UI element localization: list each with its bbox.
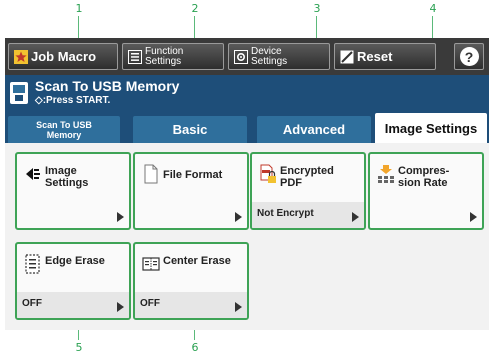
- callout-3: 3: [313, 2, 321, 15]
- tile-arrow-icon: [235, 212, 242, 222]
- status-subtitle: ◇:Press START.: [35, 95, 111, 106]
- tab-scan-to-usb-memory-line2: Memory: [46, 129, 82, 140]
- image-settings-icon: [26, 168, 40, 180]
- status-title: Scan To USB Memory: [35, 78, 180, 94]
- top-toolbar: Job Macro Function Settings Device Setti…: [5, 38, 489, 75]
- function-settings-label: Function Settings: [145, 46, 183, 67]
- edge-erase-icon: [25, 254, 40, 274]
- encrypted-pdf-name: Encrypted PDF: [280, 165, 334, 189]
- compression-rate-line2: sion Rate: [398, 177, 448, 189]
- callout-2: 2: [191, 2, 199, 15]
- list-icon: [128, 49, 142, 64]
- image-settings-line1: Image: [45, 165, 77, 177]
- reset-label: Reset: [357, 49, 393, 64]
- touch-panel: Job Macro Function Settings Device Setti…: [5, 38, 489, 330]
- compression-icon: [378, 165, 394, 183]
- device-settings-line2: Settings: [251, 55, 288, 67]
- tab-scan-to-usb-memory[interactable]: Scan To USB Memory: [8, 116, 120, 143]
- callout-4: 4: [429, 2, 437, 15]
- compression-rate-line1: Compres-: [398, 165, 450, 177]
- reset-icon: [340, 50, 354, 63]
- edge-erase-name: Edge Erase: [45, 255, 105, 267]
- tab-basic[interactable]: Basic: [133, 116, 247, 143]
- edge-erase-tile[interactable]: Edge Erase OFF: [15, 242, 131, 320]
- job-macro-button[interactable]: Job Macro: [8, 43, 118, 70]
- scan-to-usb-icon: [10, 82, 28, 104]
- help-icon: ?: [459, 47, 479, 66]
- encrypted-pdf-value: Not Encrypt: [252, 202, 364, 228]
- image-settings-name: Image Settings: [45, 165, 88, 189]
- tab-advanced[interactable]: Advanced: [257, 116, 371, 143]
- document-icon: [144, 164, 158, 184]
- job-macro-label: Job Macro: [31, 49, 97, 64]
- function-settings-line2: Settings: [145, 55, 182, 67]
- tab-bar: Scan To USB Memory Basic Advanced Image …: [5, 113, 489, 143]
- callout-5: 5: [75, 341, 83, 354]
- tile-arrow-icon: [117, 302, 124, 312]
- device-settings-label: Device Settings: [251, 46, 288, 67]
- center-erase-tile[interactable]: Center Erase OFF: [133, 242, 249, 320]
- image-settings-line2: Settings: [45, 177, 89, 189]
- callout-1: 1: [75, 2, 83, 15]
- center-erase-name: Center Erase: [163, 255, 231, 267]
- tile-arrow-icon: [117, 212, 124, 222]
- encrypted-pdf-tile[interactable]: Encrypted PDF Not Encrypt: [250, 152, 366, 230]
- compression-rate-name: Compres- sion Rate: [398, 165, 449, 189]
- center-erase-value: OFF: [135, 292, 247, 318]
- encrypted-pdf-line2: PDF: [280, 177, 302, 189]
- gear-icon: [234, 49, 248, 64]
- tile-arrow-icon: [470, 212, 477, 222]
- encrypted-pdf-icon: [260, 164, 276, 183]
- file-format-name: File Format: [163, 169, 223, 181]
- status-area: Scan To USB Memory ◇:Press START.: [5, 75, 489, 113]
- file-format-tile[interactable]: File Format: [133, 152, 249, 230]
- tab-scan-to-usb-memory-label: Scan To USB Memory: [36, 120, 92, 140]
- tile-arrow-icon: [235, 302, 242, 312]
- compression-rate-tile[interactable]: Compres- sion Rate: [368, 152, 484, 230]
- function-settings-button[interactable]: Function Settings: [122, 43, 224, 70]
- reset-button[interactable]: Reset: [334, 43, 436, 70]
- encrypted-pdf-line1: Encrypted: [280, 165, 334, 177]
- image-settings-tile[interactable]: Image Settings: [15, 152, 131, 230]
- help-button[interactable]: ?: [454, 43, 484, 70]
- tab-scan-to-usb-memory-line1: Scan To USB: [36, 119, 92, 130]
- edge-erase-value: OFF: [17, 292, 129, 318]
- center-erase-icon: [142, 257, 160, 271]
- tab-image-settings[interactable]: Image Settings: [375, 113, 487, 143]
- callout-6: 6: [191, 341, 199, 354]
- device-settings-button[interactable]: Device Settings: [228, 43, 330, 70]
- star-icon: [14, 49, 28, 64]
- tile-arrow-icon: [352, 212, 359, 222]
